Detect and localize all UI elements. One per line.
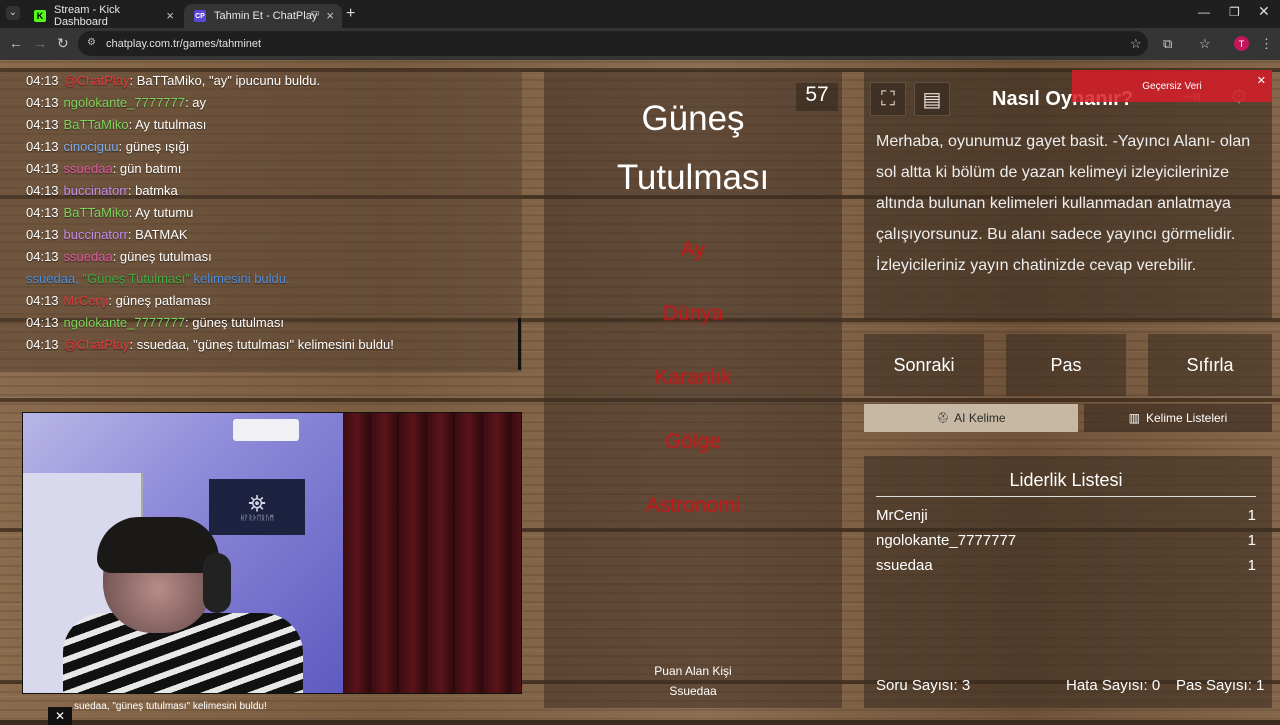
tab-title: Tahmin Et - ChatPlay xyxy=(214,10,318,22)
chat-message: 04:13 ssuedaa: güneş tutulması xyxy=(26,249,212,264)
how-to-play-text: Merhaba, oyunumuz gayet basit. -Yayıncı … xyxy=(876,133,1251,274)
leaderboard-panel xyxy=(864,456,1272,708)
browser-toolbar: ← → ↻ ⚙ chatplay.com.tr/games/tahminet ☆… xyxy=(0,28,1280,60)
chat-message: 04:13 ngolokante_7777777: ay xyxy=(26,95,206,110)
reload-icon[interactable]: ↻ xyxy=(57,35,69,52)
site-info-icon[interactable]: ⚙ xyxy=(87,37,96,48)
tab-chatplay[interactable]: CP Tahmin Et - ChatPlay ▭ × xyxy=(184,4,342,28)
fullscreen-icon[interactable]: ⛶ xyxy=(870,82,906,116)
chat-message: 04:13 ngolokante_7777777: güneş tutulması xyxy=(26,315,284,330)
stream-side-overlay xyxy=(0,535,22,695)
profile-avatar[interactable]: T xyxy=(1234,36,1249,51)
countdown-timer: 57 xyxy=(796,83,838,111)
webcam-overlay: ⛯ ᚺᚨᚱᚦᛖᚱᚢᛗ xyxy=(22,412,522,694)
chat-message: 04:13 buccinatorr: BATMAK xyxy=(26,227,188,242)
webcam-air-conditioner xyxy=(233,419,299,441)
player-name: ngolokante_7777777 xyxy=(876,532,1017,549)
restore-icon[interactable]: ❐ xyxy=(1229,5,1240,19)
player-points: 1 xyxy=(1247,507,1256,524)
chatplay-favicon-icon: CP xyxy=(194,10,206,22)
chat-message: 04:13 ssuedaa: gün batımı xyxy=(26,161,182,176)
taboo-word: Dünya xyxy=(662,302,724,325)
flag-text: ᚺᚨᚱᚦᛖᚱᚢᛗ xyxy=(240,514,274,522)
robot-icon: ⛑ xyxy=(936,412,950,424)
error-count: Hata Sayısı: 0 xyxy=(1066,677,1161,694)
taboo-word: Gölge xyxy=(664,430,722,453)
headset-icon xyxy=(203,553,231,613)
webcam-streamer xyxy=(63,517,303,693)
leaderboard-divider xyxy=(876,496,1256,497)
question-count: Soru Sayısı: 3 xyxy=(876,677,971,694)
tab-kick-dashboard[interactable]: K Stream - Kick Dashboard × xyxy=(24,4,182,28)
leaderboard-row: ssuedaa 1 xyxy=(876,557,1256,574)
chat-message: 04:13 @ChatPlay: ssuedaa, "güneş tutulmas… xyxy=(26,337,394,352)
kick-favicon-icon: K xyxy=(34,10,46,22)
leaderboard-row: ngolokante_7777777 1 xyxy=(876,532,1256,549)
scorer-name: Ssuedaa xyxy=(669,684,717,698)
taboo-word: Astronomi xyxy=(645,494,741,517)
bookmark-star-icon[interactable]: ☆ xyxy=(1130,36,1142,52)
close-window-icon[interactable]: ✕ xyxy=(1258,3,1270,20)
forward-icon[interactable]: → xyxy=(33,35,47,51)
word-lists-label: Kelime Listeleri xyxy=(1145,411,1228,425)
browser-tab-bar: ⌄ K Stream - Kick Dashboard × CP Tahmin … xyxy=(0,0,1280,28)
tab-title: Stream - Kick Dashboard xyxy=(54,4,121,28)
cast-icon[interactable]: ▭ xyxy=(311,8,320,19)
chat-message: 04:13 MrCenji: güneş patlaması xyxy=(26,293,211,308)
address-bar[interactable]: ⚙ chatplay.com.tr/games/tahminet xyxy=(78,31,1148,56)
taboo-word: Karanlık xyxy=(654,366,732,389)
close-tab-icon[interactable]: × xyxy=(166,8,174,23)
flag-emblem-icon: ⛯ xyxy=(248,490,266,516)
chat-message: 04:13 BaTTaMiko: Ay tutumu xyxy=(26,205,194,220)
streamer-hair xyxy=(97,517,219,573)
menu-kebab-icon[interactable]: ⋮ xyxy=(1260,36,1273,52)
webcam-curtain xyxy=(343,413,521,693)
x-logo-icon: ✕ xyxy=(48,707,72,725)
word-panel: Güneş Tutulması Ay Dünya Karanlık Gölge … xyxy=(544,70,842,708)
error-toast: Geçersiz Veri ✕ xyxy=(1072,70,1272,102)
leaderboard-row: MrCenji 1 xyxy=(876,507,1256,524)
pass-count: Pas Sayısı: 1 xyxy=(1176,677,1265,694)
extensions-icon[interactable]: ⧉ xyxy=(1163,36,1172,52)
toast-close-icon[interactable]: ✕ xyxy=(1257,74,1266,87)
stream-ticker: suedaa, "güneş tutulması" kelimesini bul… xyxy=(74,701,267,712)
toast-text: Geçersiz Veri xyxy=(1142,80,1202,92)
ai-word-label: AI Kelime xyxy=(954,411,1006,425)
tab-search-icon[interactable]: ⌄ xyxy=(6,6,20,20)
player-points: 1 xyxy=(1247,557,1256,574)
chat-system-message: ssuedaa, "Güneş Tutulması" kelimesini bu… xyxy=(26,271,290,286)
chat-message: 04:13 cinociguu: güneş ışığı xyxy=(26,139,190,154)
chat-message: 04:13 BaTTaMiko: Ay tutulması xyxy=(26,117,207,132)
target-word-line2: Tutulması xyxy=(616,158,770,197)
scorer-label: Puan Alan Kişi xyxy=(654,664,732,678)
player-points: 1 xyxy=(1247,532,1256,549)
chat-scrollbar[interactable] xyxy=(518,318,521,370)
ai-word-button[interactable]: ⛑ AI Kelime xyxy=(864,404,1078,432)
taboo-word: Ay xyxy=(680,238,706,261)
rules-document-icon[interactable]: ▤ xyxy=(914,82,950,116)
leaderboard-title: Liderlik Listesi xyxy=(1009,470,1123,490)
minimize-icon[interactable]: — xyxy=(1198,5,1210,19)
close-tab-icon[interactable]: × xyxy=(326,8,334,23)
new-tab-icon[interactable]: + xyxy=(346,5,355,23)
player-name: MrCenji xyxy=(876,507,928,524)
clipboard-icon: ▥ xyxy=(1128,411,1140,425)
next-button[interactable]: Sonraki xyxy=(864,334,984,396)
pass-button[interactable]: Pas xyxy=(1006,334,1126,396)
chat-message: 04:13 @ChatPlay: BaTTaMiko, "ay" ipucunu … xyxy=(26,73,321,88)
url-text: chatplay.com.tr/games/tahminet xyxy=(106,37,262,50)
player-name: ssuedaa xyxy=(876,557,933,574)
chat-message: 04:13 buccinatorr: batmka xyxy=(26,183,178,198)
back-icon[interactable]: ← xyxy=(9,35,23,51)
bookmarks-icon[interactable]: ☆ xyxy=(1199,36,1211,52)
reset-button[interactable]: Sıfırla xyxy=(1148,334,1272,396)
word-lists-button[interactable]: ▥ Kelime Listeleri xyxy=(1084,404,1272,432)
